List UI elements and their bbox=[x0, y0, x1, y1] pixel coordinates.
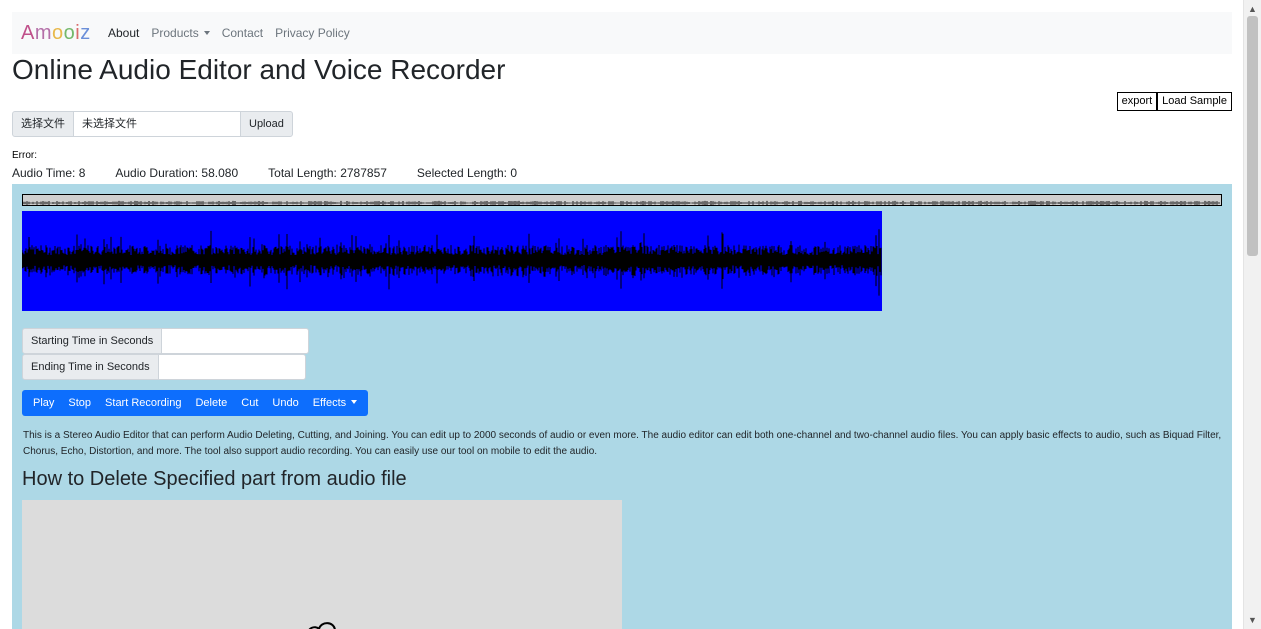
waveform-graphic bbox=[22, 229, 882, 296]
total-length: Total Length: 2787857 bbox=[268, 166, 387, 180]
export-button[interactable]: export bbox=[1116, 92, 1158, 111]
end-time-input[interactable] bbox=[158, 354, 306, 380]
scroll-up-icon[interactable]: ▲ bbox=[1244, 2, 1261, 16]
effects-dropdown[interactable]: Effects bbox=[306, 390, 364, 416]
brand-letter: A bbox=[21, 22, 35, 44]
waveform-canvas[interactable] bbox=[22, 211, 882, 311]
overview-waveform-graphic bbox=[23, 200, 1220, 205]
nav-privacy-policy[interactable]: Privacy Policy bbox=[275, 26, 350, 40]
file-upload-group: 选择文件 未选择文件 Upload bbox=[12, 111, 293, 137]
scrollbar-thumb[interactable] bbox=[1247, 16, 1258, 256]
stop-button[interactable]: Stop bbox=[61, 390, 98, 416]
end-time-label: Ending Time in Seconds bbox=[22, 354, 159, 380]
brand-logo[interactable]: Amooiz bbox=[21, 22, 91, 45]
choose-file-button[interactable]: 选择文件 bbox=[12, 111, 74, 137]
brand-letter: o bbox=[63, 22, 76, 44]
play-button[interactable]: Play bbox=[26, 390, 61, 416]
navbar: Amooiz About Products Contact Privacy Po… bbox=[12, 12, 1232, 54]
selected-length: Selected Length: 0 bbox=[416, 166, 517, 180]
start-time-label: Starting Time in Seconds bbox=[22, 328, 163, 354]
start-time-input[interactable] bbox=[162, 328, 310, 354]
section-heading: How to Delete Specified part from audio … bbox=[22, 468, 407, 490]
nav-products-label: Products bbox=[151, 26, 199, 40]
error-label: Error: bbox=[12, 150, 37, 161]
brand-letter: o bbox=[52, 22, 64, 44]
video-embed[interactable] bbox=[22, 500, 622, 629]
cut-button[interactable]: Cut bbox=[234, 390, 265, 416]
waveform-overview[interactable] bbox=[22, 194, 1222, 206]
chevron-down-icon bbox=[351, 400, 358, 404]
nav-links: About Products Contact Privacy Policy bbox=[108, 26, 362, 40]
start-time-group: Starting Time in Seconds bbox=[22, 328, 310, 354]
audio-toolbar: Play Stop Start Recording Delete Cut Und… bbox=[22, 390, 369, 416]
file-name-display[interactable]: 未选择文件 bbox=[74, 111, 241, 137]
editor-panel: Starting Time in Seconds Ending Time in … bbox=[12, 184, 1232, 629]
start-recording-button[interactable]: Start Recording bbox=[98, 390, 188, 416]
audio-duration: Audio Duration: 58.080 bbox=[115, 166, 239, 180]
audio-time: Audio Time: 8 bbox=[12, 166, 86, 180]
upload-button[interactable]: Upload bbox=[240, 111, 293, 137]
scroll-down-icon[interactable]: ▼ bbox=[1244, 613, 1261, 627]
audio-stats: Audio Time: 8 Audio Duration: 58.080 Tot… bbox=[12, 166, 547, 180]
effects-label: Effects bbox=[312, 397, 347, 409]
cloud-icon bbox=[308, 622, 336, 629]
top-right-buttons: export Load Sample bbox=[1116, 92, 1232, 111]
nav-about[interactable]: About bbox=[108, 26, 139, 40]
brand-letter: z bbox=[80, 22, 91, 44]
brand-letter: m bbox=[34, 22, 53, 44]
page-title: Online Audio Editor and Voice Recorder bbox=[12, 54, 506, 85]
description-text: This is a Stereo Audio Editor that can p… bbox=[23, 430, 1222, 457]
chevron-down-icon bbox=[203, 31, 210, 35]
end-time-group: Ending Time in Seconds bbox=[22, 354, 306, 380]
vertical-scrollbar[interactable]: ▲ ▼ bbox=[1243, 0, 1261, 629]
nav-contact[interactable]: Contact bbox=[222, 26, 263, 40]
undo-button[interactable]: Undo bbox=[265, 390, 305, 416]
delete-button[interactable]: Delete bbox=[188, 390, 234, 416]
load-sample-button[interactable]: Load Sample bbox=[1157, 92, 1232, 111]
nav-products-dropdown[interactable]: Products bbox=[151, 26, 210, 40]
